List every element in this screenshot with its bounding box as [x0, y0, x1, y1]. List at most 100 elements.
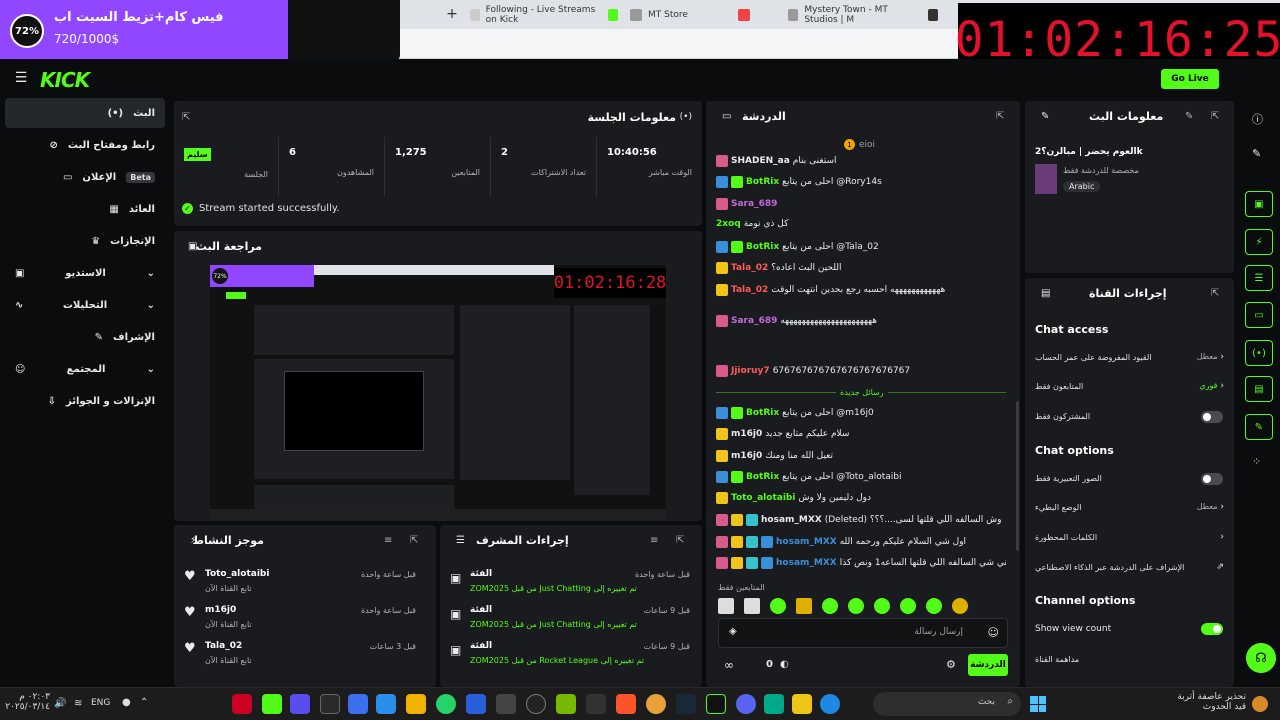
info-icon[interactable]: ⓘ: [1252, 111, 1263, 127]
expand-icon[interactable]: ⇱: [1211, 288, 1219, 299]
app-icon[interactable]: [348, 694, 368, 714]
chat-username[interactable]: hosam_MXX: [761, 515, 822, 525]
menu-icon[interactable]: ☰: [14, 70, 28, 86]
pencil-icon[interactable]: ✎: [1185, 111, 1193, 122]
sidebar-item-community[interactable]: ☺ المجتمع ⌄: [5, 354, 165, 384]
chat-username[interactable]: hosam_MXX: [776, 537, 837, 547]
sidebar-item-revenue[interactable]: ▦ العائد: [5, 194, 165, 224]
discord-icon[interactable]: [736, 694, 756, 714]
chat-username[interactable]: BotRix: [746, 242, 779, 252]
volume-icon[interactable]: 🔊: [54, 698, 66, 709]
expand-icon[interactable]: ⇱: [1211, 111, 1219, 122]
expand-icon[interactable]: ⇱: [410, 535, 418, 546]
show-view-count-toggle[interactable]: [1201, 623, 1223, 635]
chat-username[interactable]: Toto_alotaibi: [731, 493, 795, 503]
slow-mode-row[interactable]: الوضع البطيء معطل ›: [1035, 496, 1224, 518]
gear-icon[interactable]: ⚙: [946, 658, 956, 671]
emote-icon[interactable]: [926, 598, 942, 614]
filter-icon[interactable]: ≡: [384, 535, 392, 546]
folder-icon[interactable]: [792, 694, 812, 714]
chat-username[interactable]: hosam_MXX: [776, 558, 837, 568]
epic-icon[interactable]: [586, 694, 606, 714]
new-tab-icon[interactable]: +: [444, 6, 460, 22]
taskbar-search[interactable]: بحث ⌕: [873, 692, 1021, 716]
emoji-icon[interactable]: ☺: [988, 626, 999, 639]
language-indicator[interactable]: ENG: [91, 698, 110, 708]
chat-username[interactable]: BotRix: [746, 408, 779, 418]
chat-username[interactable]: BotRix: [746, 472, 779, 482]
rail-chat-button[interactable]: ▭: [1245, 302, 1273, 328]
emote-icon[interactable]: [744, 598, 760, 614]
store-icon[interactable]: [764, 694, 784, 714]
expand-icon[interactable]: ⇱: [676, 535, 684, 546]
tab-mystery-town[interactable]: Mystery Town - MT Studios | M: [788, 4, 938, 25]
followers-only-row[interactable]: المتابعون فقط فوري ›: [1035, 375, 1224, 397]
account-age-row[interactable]: القيود المفروضة على عمر الحساب معطل ›: [1035, 346, 1224, 368]
app-icon[interactable]: [706, 694, 726, 714]
chevron-up-icon[interactable]: ⌃: [140, 697, 148, 708]
app-icon[interactable]: [406, 694, 426, 714]
shield-icon[interactable]: ◈: [729, 626, 737, 637]
emote-icon[interactable]: [770, 598, 786, 614]
epic-icon[interactable]: [232, 694, 252, 714]
sidebar-item-studio[interactable]: ▣ الاستديو ⌄: [5, 258, 165, 288]
obs-icon[interactable]: [526, 694, 546, 714]
chat-username[interactable]: Sara_689: [731, 199, 777, 209]
emote-icon[interactable]: [874, 598, 890, 614]
more-icon[interactable]: ⁘: [1252, 455, 1261, 468]
rail-mod-button[interactable]: ☰: [1245, 265, 1273, 291]
nvidia-icon[interactable]: [556, 694, 576, 714]
expand-icon[interactable]: ⇱: [996, 111, 1004, 122]
edge-icon[interactable]: [820, 694, 840, 714]
chat-username[interactable]: BotRix: [746, 177, 779, 187]
stream-preview-video[interactable]: 72% 01:02:16:28: [210, 265, 666, 521]
emote-icon[interactable]: [822, 598, 838, 614]
ai-moderation-row[interactable]: الإشراف على الدردشة عبر الذكاء الاصطناعي…: [1035, 556, 1224, 578]
emote-icon[interactable]: [796, 598, 812, 614]
tab-mt-store[interactable]: MT Store: [630, 4, 750, 25]
wifi-icon[interactable]: ≋: [74, 698, 82, 709]
emote-icon[interactable]: [718, 598, 734, 614]
chat-send-button[interactable]: الدردشة: [968, 654, 1008, 676]
windows-start-icon[interactable]: [1030, 696, 1046, 712]
taskbar-clock[interactable]: ٠٢:٠٣ م ٢٠٢٥/٠٣/١٤: [5, 692, 50, 712]
chat-username[interactable]: Tala_02: [731, 285, 768, 295]
chat-input[interactable]: إرسال رسالة ☺ ◈: [718, 618, 1008, 648]
infinity-icon[interactable]: ∞: [724, 658, 734, 672]
chat-username[interactable]: Tala_02: [731, 263, 768, 273]
subscribers-only-toggle[interactable]: [1201, 411, 1223, 423]
sidebar-item-analytics[interactable]: ∿ التحليلات ⌄: [5, 290, 165, 320]
chat-username[interactable]: m16j0: [731, 451, 762, 461]
chat-username[interactable]: Jjioruy7: [731, 366, 770, 376]
sidebar-item-achievements[interactable]: ♛ الإنجازات: [5, 226, 165, 256]
app-icon[interactable]: [290, 694, 310, 714]
sidebar-item-moderation[interactable]: ✎ الإشراف: [5, 322, 165, 352]
sidebar-item-stream-key[interactable]: ⊘ رابط ومفتاح البث: [5, 130, 165, 160]
raid-row[interactable]: مداهمة القناة: [1035, 648, 1224, 670]
banned-words-row[interactable]: الكلمات المحظورة ›: [1035, 526, 1224, 548]
support-button[interactable]: ☊: [1246, 643, 1276, 673]
chat-username[interactable]: m16j0: [731, 429, 762, 439]
weather-widget[interactable]: تحذير عاصفة أتربة قيد الحدوث: [1150, 692, 1246, 712]
whatsapp-icon[interactable]: [436, 694, 456, 714]
emote-icon[interactable]: [952, 598, 968, 614]
steam-icon[interactable]: [676, 694, 696, 714]
chat-username[interactable]: SHADEN_aa: [731, 156, 790, 166]
sidebar-item-drops[interactable]: ⇩ الإنزالات و الجوائز: [5, 386, 165, 416]
app-icon[interactable]: [496, 694, 516, 714]
brave-icon[interactable]: [616, 694, 636, 714]
sidebar-item-broadcast[interactable]: (•) البث: [5, 98, 165, 128]
chrome-icon[interactable]: [646, 694, 666, 714]
emote-icon[interactable]: [848, 598, 864, 614]
app-icon[interactable]: [466, 694, 486, 714]
rail-tools-button[interactable]: ✎: [1245, 414, 1273, 440]
emotes-only-toggle[interactable]: [1201, 473, 1223, 485]
app-icon[interactable]: [320, 694, 340, 714]
chat-username[interactable]: 2xoq: [716, 219, 741, 229]
rail-broadcast-button[interactable]: (•): [1245, 340, 1273, 366]
rail-actions-button[interactable]: ▤: [1245, 376, 1273, 402]
tab-following[interactable]: Following - Live Streams on Kick: [470, 4, 619, 25]
rail-activity-button[interactable]: ⚡: [1245, 229, 1273, 255]
chat-scrollbar[interactable]: [1016, 401, 1019, 551]
sidebar-item-ads[interactable]: ▭ الإعلان Beta: [5, 162, 165, 192]
